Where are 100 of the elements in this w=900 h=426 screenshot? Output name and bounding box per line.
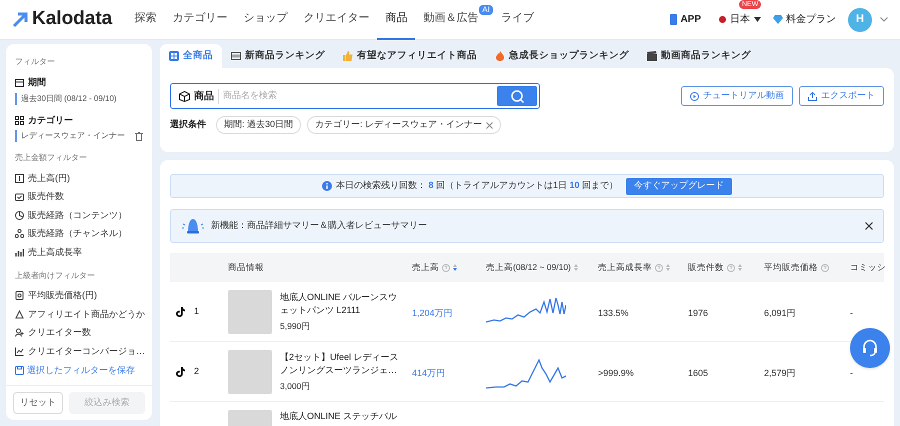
nav-tab[interactable]: クリエイター [295,0,378,40]
clapperboard-icon [647,51,657,61]
help-icon [821,264,829,272]
section-label: 売上金額フィルター [15,152,88,164]
revenue-value: 414万円 [412,368,446,378]
phone-icon [670,14,678,25]
reset-button[interactable]: リセット [13,392,63,414]
table-cell: 1605 [688,368,708,378]
calendar-icon [15,78,24,88]
save-icon [15,366,24,375]
nav-tab[interactable]: 探索 [126,0,164,40]
filter-option[interactable]: 平均販売価格(円) [28,289,97,302]
filter-option[interactable]: アフィリエイト商品かどうか [28,308,145,321]
tab[interactable]: 新商品ランキング [222,44,334,68]
product-name[interactable]: 地底人ONLINE バルーンスウェットパンツ L2111 [280,290,400,317]
filter-chip[interactable]: カテゴリー: レディースウェア・インナー [307,116,502,134]
filter-heading: カテゴリー [28,114,73,126]
search-field[interactable]: 商品 商品名を検索 [170,83,540,109]
nav-tab[interactable]: カテゴリー [164,0,236,40]
column-header[interactable]: 平均販売価格 [756,253,842,282]
grid-icon [169,51,179,61]
search-scope-label: 商品 [194,88,219,104]
filter-value: 過去30日間 (08/12 - 09/10) [21,92,117,104]
trash-icon [135,132,143,140]
upgrade-button[interactable]: 今すぐアップグレード [626,178,732,194]
table-cell: 1976 [688,308,708,318]
column-header[interactable]: 商品情報 [228,253,404,282]
filter-value: レディースウェア・インナー [21,130,125,142]
table-cell: 2,579円 [764,368,796,378]
grid-icon [15,116,24,125]
tab[interactable]: 急成長ショップランキング [486,44,638,68]
nav-tab[interactable]: 動画＆広告 [415,0,480,40]
column-header[interactable]: コミッシ [842,253,894,282]
thumbs-up-icon [343,51,353,61]
pie-icon [15,210,24,220]
diamond-icon [773,15,783,24]
product-name[interactable]: 地底人ONLINE ステッチバル [280,410,400,423]
quota-text: 本日の検索残り回数： 8 回（トライアルアカウントは1日 10 回まで） [336,179,618,192]
filter-option[interactable]: 販売経路（チャンネル） [28,227,127,240]
network-icon [15,229,24,238]
chevron-down-icon [880,17,888,22]
commission-value: - [850,308,853,318]
bar-chart-icon [15,248,24,257]
tab[interactable]: 有望なアフィリエイト商品 [334,44,486,68]
rank: 1 [194,306,200,316]
filter-option[interactable]: 販売件数 [28,190,64,204]
help-icon [655,264,663,272]
product-price: 3,000円 [280,380,312,392]
filter-option[interactable]: 販売経路（コンテンツ） [28,208,127,222]
caret-icon [754,17,761,22]
revenue-value: 1,204万円 [412,308,453,318]
search-input[interactable]: 商品名を検索 [223,89,493,103]
rank: 2 [194,366,200,376]
line-chart-icon [15,346,24,356]
column-header[interactable]: 売上高(08/12 ~ 09/10) [478,253,590,282]
new-sign-icon [231,51,241,61]
japan-flag-icon [719,16,726,23]
cube-icon [179,90,190,102]
filter-option[interactable]: 売上高成長率 [28,246,82,259]
filter-chip[interactable]: 期間: 過去30日間 [216,116,302,134]
product-photo [228,350,272,394]
flame-icon [495,51,505,61]
nav-tab[interactable]: ライブ [492,0,542,40]
tab[interactable]: 動画商品ランキング [638,44,760,68]
section-label: 上級者向けフィルター [15,270,96,282]
tab[interactable]: 全商品 [160,44,222,68]
commission-value: - [850,368,853,378]
filter-option[interactable]: クリエイターコンバージョ… [28,344,145,358]
save-filter-link[interactable]: 選択したフィルターを保存 [27,364,135,377]
logo-text: Kalodata [32,7,112,32]
tutorial-video-button[interactable]: チュートリアル動画 [681,86,793,106]
info-icon [322,181,332,191]
column-header[interactable]: 売上高成長率 [590,253,680,282]
logo-icon [12,12,28,28]
export-button[interactable]: エクスポート [799,86,884,106]
help-icon [442,264,450,272]
search-button[interactable] [497,86,537,106]
help-icon [727,264,735,272]
pricing-link[interactable]: 料金プラン [786,12,836,27]
column-header[interactable]: 売上高 [404,253,478,282]
nav-tab[interactable]: 商品 [377,0,416,40]
tiktok-icon [176,366,185,376]
user-add-icon [15,328,24,338]
triangle-icon [15,310,24,319]
checklist-icon [15,192,24,202]
region-selector[interactable]: 日本 [719,12,761,27]
close-icon [865,222,873,230]
table-cell: >999.9% [598,368,634,378]
sort-icon[interactable] [453,264,457,271]
filter-option[interactable]: 売上高(円) [28,172,70,185]
upload-icon [808,92,817,100]
product-photo [228,290,272,334]
table-cell: 133.5% [598,308,629,318]
nav-tab[interactable]: ショップ [235,0,296,40]
product-price: 5,990円 [280,320,312,332]
column-header[interactable]: 販売件数 [680,253,756,282]
filter-option[interactable]: クリエイター数 [28,326,91,340]
product-name[interactable]: 【2セット】Ufeel レディースノンリングスーツランジェ… [280,350,400,377]
headset-icon [861,339,879,357]
app-link[interactable]: APP [680,12,701,27]
